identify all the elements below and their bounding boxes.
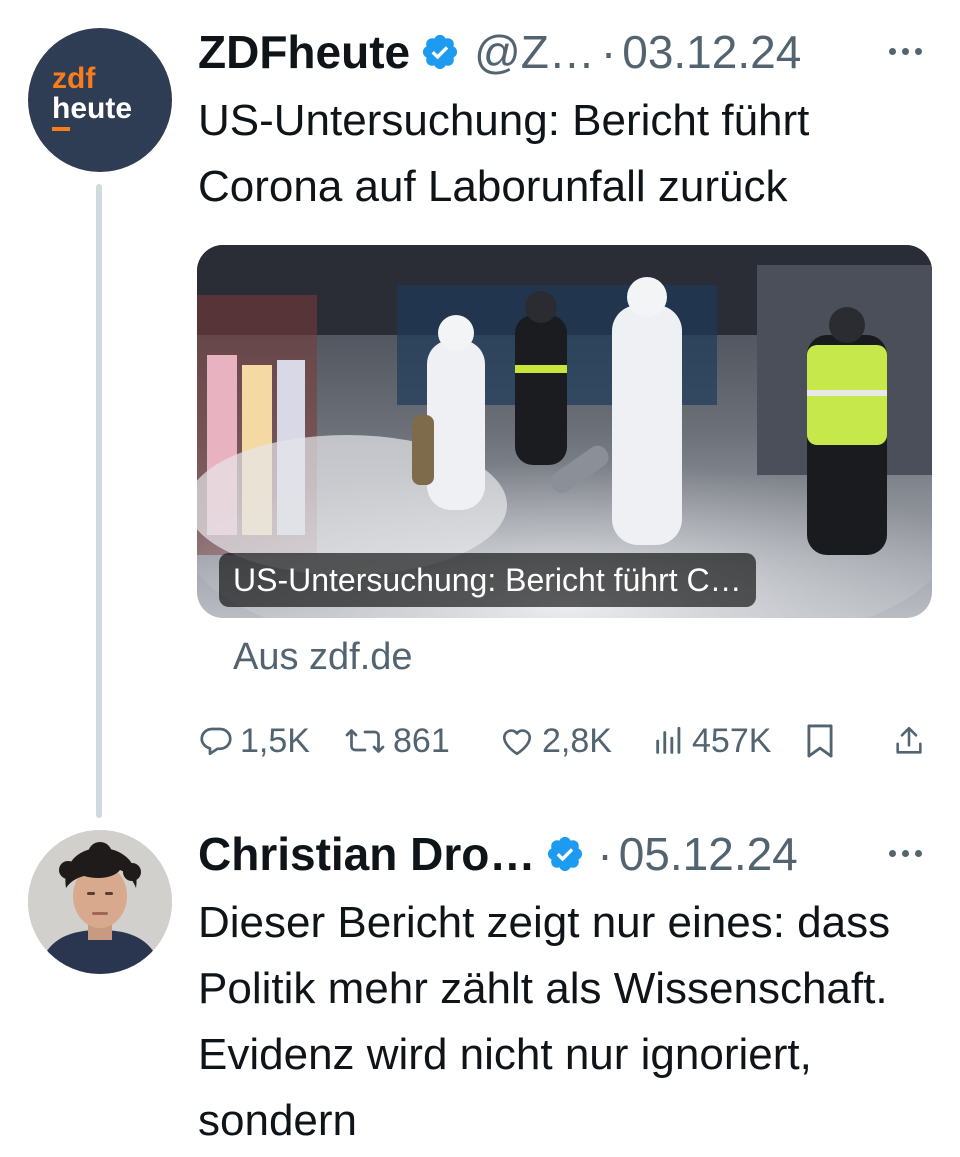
profile-photo <box>28 830 172 974</box>
thread-connector-line <box>96 184 102 818</box>
bookmark-icon <box>807 724 833 758</box>
zdfheute-avatar[interactable]: zdf heute <box>28 28 172 172</box>
bookmark-button[interactable] <box>804 716 842 766</box>
worker-figure-vest <box>807 307 887 555</box>
like-icon <box>502 729 532 756</box>
author-handle[interactable]: @Z… <box>474 25 595 79</box>
christian-drosten-avatar[interactable] <box>28 830 172 974</box>
repost-button[interactable]: 861 <box>343 716 450 766</box>
verified-badge-icon <box>548 836 583 872</box>
action-bar: 1,5K 861 2,8K 457K <box>198 716 938 766</box>
tweet-text: Dieser Bericht zeigt nur eines: dass Pol… <box>198 898 891 1145</box>
tweet-header: Christian Dro… · 05.12.24 <box>198 824 798 884</box>
repost-count: 861 <box>393 721 450 760</box>
link-source[interactable]: Aus zdf.de <box>233 636 413 679</box>
like-count: 2,8K <box>542 721 612 760</box>
reply-button[interactable]: 1,5K <box>198 716 310 766</box>
views-icon <box>656 726 681 754</box>
repost-icon <box>345 729 385 753</box>
share-icon <box>896 726 922 754</box>
like-button[interactable]: 2,8K <box>498 716 612 766</box>
avatar-logo-zdf: zdf <box>52 62 96 95</box>
tweet-header: ZDFheute @Z… · 03.12.24 <box>198 22 801 82</box>
tweet-date[interactable]: 05.12.24 <box>619 827 798 881</box>
views-button[interactable]: 457K <box>652 716 771 766</box>
card-caption: US-Untersuchung: Bericht führt C… <box>219 553 756 607</box>
separator-dot: · <box>600 26 617 78</box>
more-icon[interactable] <box>889 850 922 857</box>
separator-dot: · <box>597 828 613 880</box>
reply-count: 1,5K <box>240 721 310 760</box>
author-name[interactable]: ZDFheute <box>198 25 410 79</box>
link-preview-card[interactable]: US-Untersuchung: Bericht führt C… <box>197 245 932 618</box>
tweet-date[interactable]: 03.12.24 <box>622 25 801 79</box>
avatar-logo-underline <box>52 127 70 131</box>
more-icon[interactable] <box>889 48 922 55</box>
avatar-logo-heute: heute <box>52 92 133 125</box>
reply-icon <box>200 727 232 756</box>
share-button[interactable] <box>892 716 932 766</box>
views-count: 457K <box>692 721 772 760</box>
tweet-text: US-Untersuchung: Bericht führt Corona au… <box>198 96 810 211</box>
verified-badge-icon <box>423 34 458 70</box>
author-name[interactable]: Christian Dro… <box>198 827 535 881</box>
